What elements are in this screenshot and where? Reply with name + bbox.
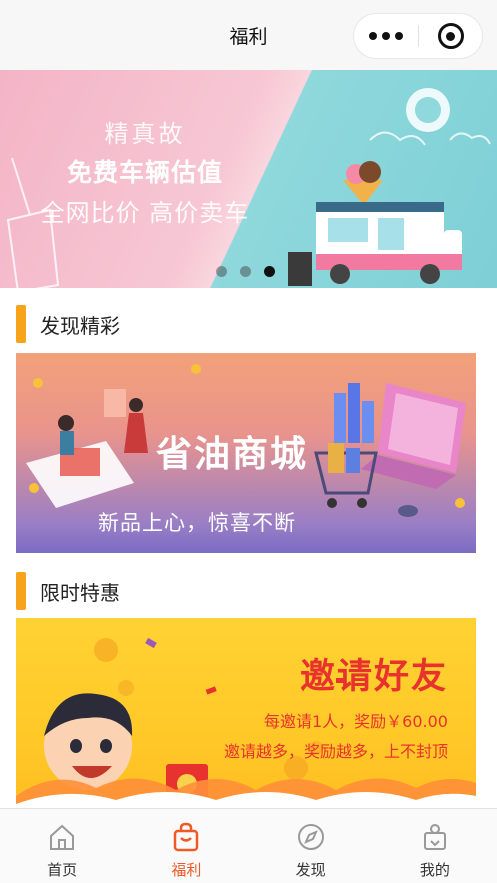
section-title: 发现精彩 <box>40 313 120 338</box>
carousel-indicator <box>216 266 275 277</box>
more-dot-icon <box>395 32 403 40</box>
carousel-dot-active[interactable] <box>264 266 275 277</box>
tab-discover[interactable]: 发现 <box>249 809 373 883</box>
invite-title: 邀请好友 <box>299 657 448 697</box>
more-dot-icon <box>382 32 390 40</box>
invite-reward-text: 每邀请1人，奖励￥60.00 <box>264 712 448 731</box>
tab-welfare[interactable]: 福利 <box>124 809 248 883</box>
navigation-bar: 福利 <box>0 0 497 70</box>
invite-friends-card[interactable]: 邀请好友 每邀请1人，奖励￥60.00 邀请越多，奖励越多，上不封顶 <box>16 618 476 808</box>
mall-promo-card[interactable]: 省油商城 新品上心，惊喜不断 <box>16 353 476 553</box>
banner-text: 精真故 免费车辆估值 全网比价 高价卖车 <box>0 114 290 228</box>
gift-bag-icon <box>174 822 199 852</box>
carousel-dot[interactable] <box>216 266 227 277</box>
user-icon <box>423 824 446 850</box>
page: 福利 精真故 免费车辆估值 全网比价 高价卖车 发现精彩 省油商城 新品上心，惊… <box>0 0 497 883</box>
mall-title: 省油商城 <box>156 434 309 475</box>
banner-brand: 精真故 <box>104 120 186 148</box>
mall-subtitle: 新品上心，惊喜不断 <box>98 511 296 535</box>
mini-program-capsule <box>353 13 483 59</box>
banner-tagline: 全网比价 高价卖车 <box>40 199 250 227</box>
section-accent-bar <box>16 572 26 610</box>
bottom-tab-bar: 首页 福利 发现 我的 <box>0 808 497 883</box>
invite-unlimited-text: 邀请越多，奖励越多，上不封顶 <box>223 742 448 761</box>
tab-label: 首页 <box>47 861 78 879</box>
banner-headline: 免费车辆估值 <box>66 158 223 187</box>
tab-label: 我的 <box>419 861 450 879</box>
tab-label: 福利 <box>171 861 202 879</box>
section-header-discover: 发现精彩 <box>16 304 120 344</box>
tab-home[interactable]: 首页 <box>0 809 124 883</box>
more-options-button[interactable] <box>354 14 418 58</box>
section-title: 限时特惠 <box>40 580 120 605</box>
tab-label: 发现 <box>295 861 326 879</box>
close-ring-icon <box>437 23 464 49</box>
carousel-dot[interactable] <box>240 266 251 277</box>
tab-mine[interactable]: 我的 <box>373 809 497 883</box>
close-button[interactable] <box>419 14 482 58</box>
compass-icon <box>297 824 324 850</box>
promo-banner[interactable]: 精真故 免费车辆估值 全网比价 高价卖车 <box>0 70 497 288</box>
section-accent-bar <box>16 305 26 343</box>
more-dot-icon <box>369 32 377 40</box>
section-header-deals: 限时特惠 <box>16 571 120 611</box>
home-icon <box>50 824 75 850</box>
